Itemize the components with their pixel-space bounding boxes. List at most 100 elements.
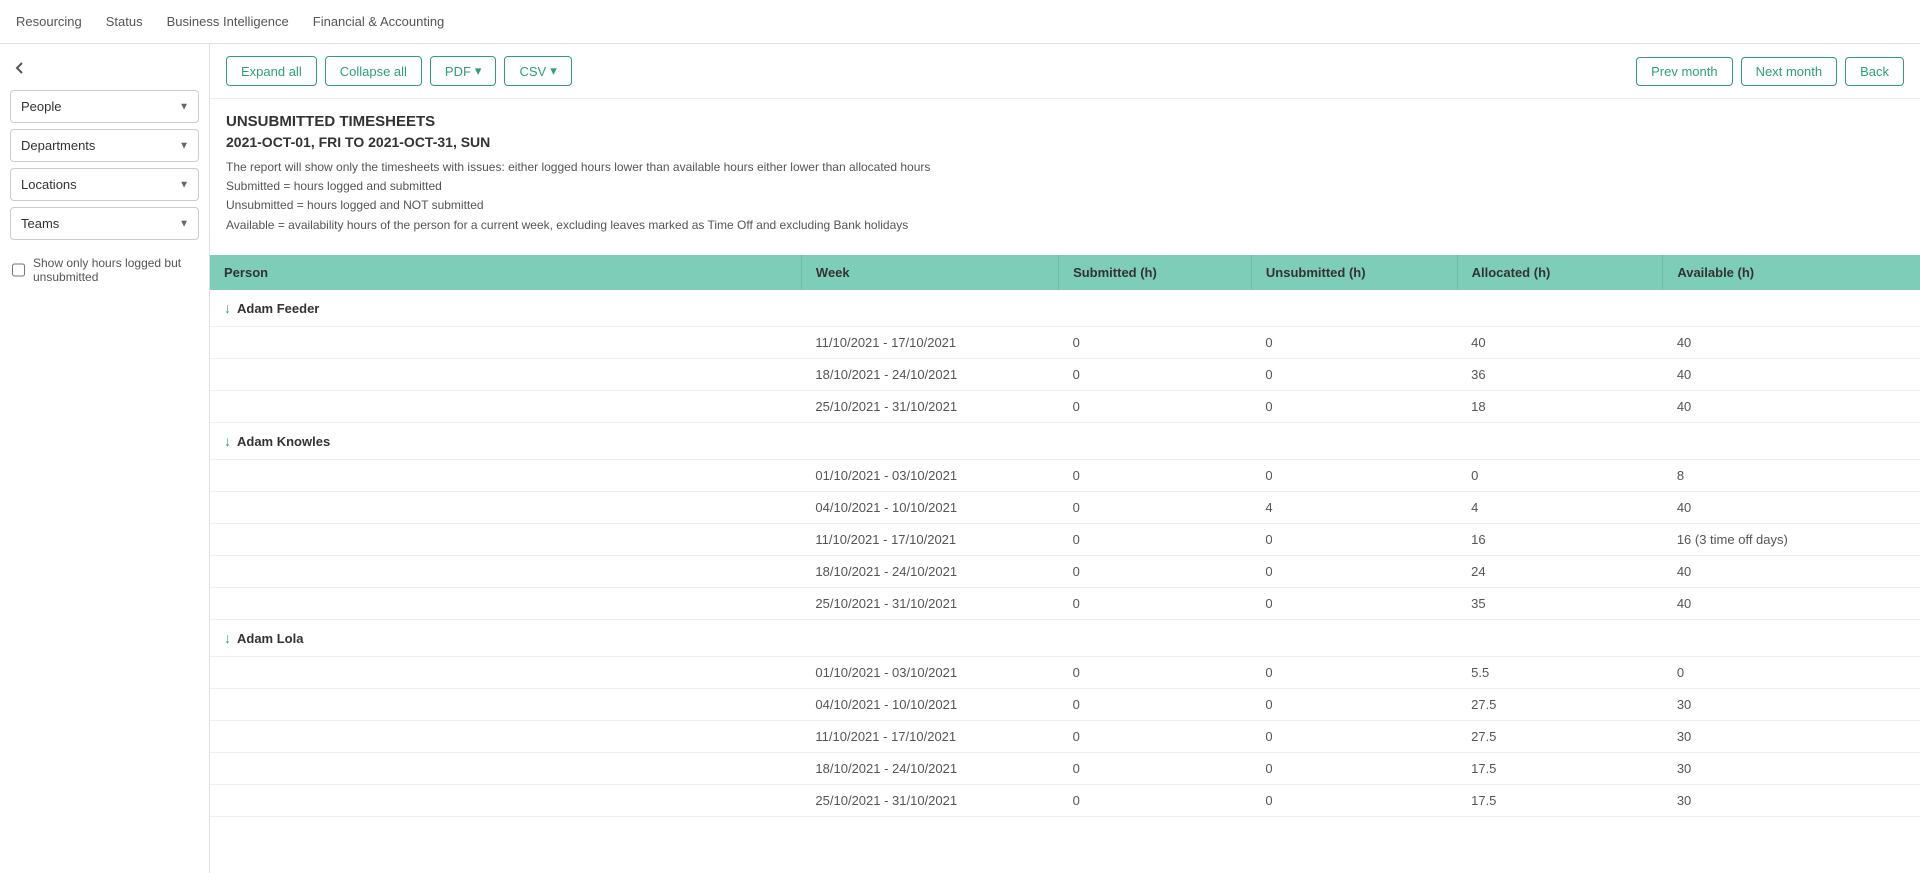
table-row: 04/10/2021 - 10/10/2021 0 0 27.5 30 xyxy=(210,688,1920,720)
back-button-toolbar[interactable]: Back xyxy=(1845,57,1904,86)
cell-submitted: 0 xyxy=(1059,390,1252,422)
cell-unsubmitted: 0 xyxy=(1251,459,1457,491)
cell-week: 18/10/2021 - 24/10/2021 xyxy=(801,358,1058,390)
cell-week: 04/10/2021 - 10/10/2021 xyxy=(801,491,1058,523)
departments-select[interactable]: Departments xyxy=(10,129,199,162)
cell-person-empty xyxy=(210,688,801,720)
collapse-all-button[interactable]: Collapse all xyxy=(325,56,422,86)
cell-person-empty xyxy=(210,752,801,784)
cell-allocated: 27.5 xyxy=(1457,688,1663,720)
cell-week: 25/10/2021 - 31/10/2021 xyxy=(801,784,1058,816)
desc-line-2: Submitted = hours logged and submitted xyxy=(226,177,1904,196)
cell-available: 30 xyxy=(1663,784,1920,816)
cell-unsubmitted: 0 xyxy=(1251,587,1457,619)
person-row: ↓Adam Lola xyxy=(210,619,1920,656)
cell-submitted: 0 xyxy=(1059,491,1252,523)
cell-submitted: 0 xyxy=(1059,784,1252,816)
prev-month-button[interactable]: Prev month xyxy=(1636,57,1732,86)
cell-submitted: 0 xyxy=(1059,459,1252,491)
cell-person-empty xyxy=(210,720,801,752)
back-button[interactable] xyxy=(0,52,209,84)
person-row: ↓ Adam Feeder xyxy=(210,290,1920,327)
nav-business-intelligence[interactable]: Business Intelligence xyxy=(167,2,289,41)
table-row: 04/10/2021 - 10/10/2021 0 4 4 40 xyxy=(210,491,1920,523)
pdf-dropdown-icon: ▾ xyxy=(475,63,482,79)
cell-unsubmitted: 0 xyxy=(1251,720,1457,752)
people-select[interactable]: People xyxy=(10,90,199,123)
nav-financial-accounting[interactable]: Financial & Accounting xyxy=(313,2,445,41)
cell-unsubmitted: 0 xyxy=(1251,555,1457,587)
sidebar: People Departments Locations Teams Show … xyxy=(0,44,210,873)
cell-allocated: 5.5 xyxy=(1457,656,1663,688)
cell-allocated: 40 xyxy=(1457,326,1663,358)
layout: People Departments Locations Teams Show … xyxy=(0,44,1920,873)
cell-week: 04/10/2021 - 10/10/2021 xyxy=(801,688,1058,720)
cell-allocated: 4 xyxy=(1457,491,1663,523)
expand-all-button[interactable]: Expand all xyxy=(226,56,317,86)
cell-allocated: 18 xyxy=(1457,390,1663,422)
col-header-available: Available (h) xyxy=(1663,255,1920,290)
cell-submitted: 0 xyxy=(1059,326,1252,358)
cell-week: 11/10/2021 - 17/10/2021 xyxy=(801,720,1058,752)
cell-unsubmitted: 0 xyxy=(1251,523,1457,555)
cell-allocated: 0 xyxy=(1457,459,1663,491)
people-filter[interactable]: People xyxy=(10,90,199,123)
cell-person-empty xyxy=(210,491,801,523)
toolbar: Expand all Collapse all PDF ▾ CSV ▾ Prev… xyxy=(210,44,1920,99)
cell-available: 40 xyxy=(1663,326,1920,358)
col-header-submitted: Submitted (h) xyxy=(1059,255,1252,290)
cell-person-empty xyxy=(210,555,801,587)
col-header-allocated: Allocated (h) xyxy=(1457,255,1663,290)
cell-available: 40 xyxy=(1663,587,1920,619)
desc-line-1: The report will show only the timesheets… xyxy=(226,158,1904,177)
table-header-row: Person Week Submitted (h) Unsubmitted (h… xyxy=(210,255,1920,290)
locations-select[interactable]: Locations xyxy=(10,168,199,201)
cell-allocated: 36 xyxy=(1457,358,1663,390)
person-expand-icon: ↓ xyxy=(224,300,231,316)
cell-submitted: 0 xyxy=(1059,358,1252,390)
top-nav: Resourcing Status Business Intelligence … xyxy=(0,0,1920,44)
toolbar-left: Expand all Collapse all PDF ▾ CSV ▾ xyxy=(226,56,572,86)
locations-filter[interactable]: Locations xyxy=(10,168,199,201)
cell-unsubmitted: 0 xyxy=(1251,390,1457,422)
teams-select[interactable]: Teams xyxy=(10,207,199,240)
cell-unsubmitted: 0 xyxy=(1251,656,1457,688)
cell-available: 40 xyxy=(1663,491,1920,523)
cell-week: 18/10/2021 - 24/10/2021 xyxy=(801,555,1058,587)
cell-week: 01/10/2021 - 03/10/2021 xyxy=(801,459,1058,491)
cell-submitted: 0 xyxy=(1059,752,1252,784)
person-name: Adam Feeder xyxy=(237,301,319,316)
cell-available: 40 xyxy=(1663,555,1920,587)
table-row: 25/10/2021 - 31/10/2021 0 0 35 40 xyxy=(210,587,1920,619)
unsubmitted-checkbox[interactable] xyxy=(12,263,25,277)
csv-dropdown-icon: ▾ xyxy=(550,63,557,79)
cell-available: 40 xyxy=(1663,358,1920,390)
departments-filter[interactable]: Departments xyxy=(10,129,199,162)
cell-week: 01/10/2021 - 03/10/2021 xyxy=(801,656,1058,688)
nav-resourcing[interactable]: Resourcing xyxy=(16,2,82,41)
next-month-button[interactable]: Next month xyxy=(1741,57,1837,86)
nav-status[interactable]: Status xyxy=(106,2,143,41)
cell-submitted: 0 xyxy=(1059,720,1252,752)
timesheets-table: Person Week Submitted (h) Unsubmitted (h… xyxy=(210,255,1920,817)
pdf-button[interactable]: PDF ▾ xyxy=(430,56,497,86)
table-row: 01/10/2021 - 03/10/2021 0 0 0 8 xyxy=(210,459,1920,491)
cell-unsubmitted: 0 xyxy=(1251,784,1457,816)
table-row: 18/10/2021 - 24/10/2021 0 0 17.5 30 xyxy=(210,752,1920,784)
cell-available: 30 xyxy=(1663,688,1920,720)
unsubmitted-checkbox-label[interactable]: Show only hours logged but unsubmitted xyxy=(0,246,209,294)
cell-person-empty xyxy=(210,358,801,390)
report-title: UNSUBMITTED TIMESHEETS xyxy=(226,113,1904,130)
col-header-week: Week xyxy=(801,255,1058,290)
teams-filter[interactable]: Teams xyxy=(10,207,199,240)
cell-submitted: 0 xyxy=(1059,656,1252,688)
cell-week: 25/10/2021 - 31/10/2021 xyxy=(801,390,1058,422)
desc-line-3: Unsubmitted = hours logged and NOT submi… xyxy=(226,196,1904,215)
cell-submitted: 0 xyxy=(1059,555,1252,587)
cell-allocated: 27.5 xyxy=(1457,720,1663,752)
table-row: 01/10/2021 - 03/10/2021 0 0 5.5 0 xyxy=(210,656,1920,688)
csv-button[interactable]: CSV ▾ xyxy=(504,56,571,86)
cell-allocated: 35 xyxy=(1457,587,1663,619)
cell-submitted: 0 xyxy=(1059,587,1252,619)
report-date: 2021-OCT-01, FRI TO 2021-OCT-31, SUN xyxy=(226,134,1904,150)
